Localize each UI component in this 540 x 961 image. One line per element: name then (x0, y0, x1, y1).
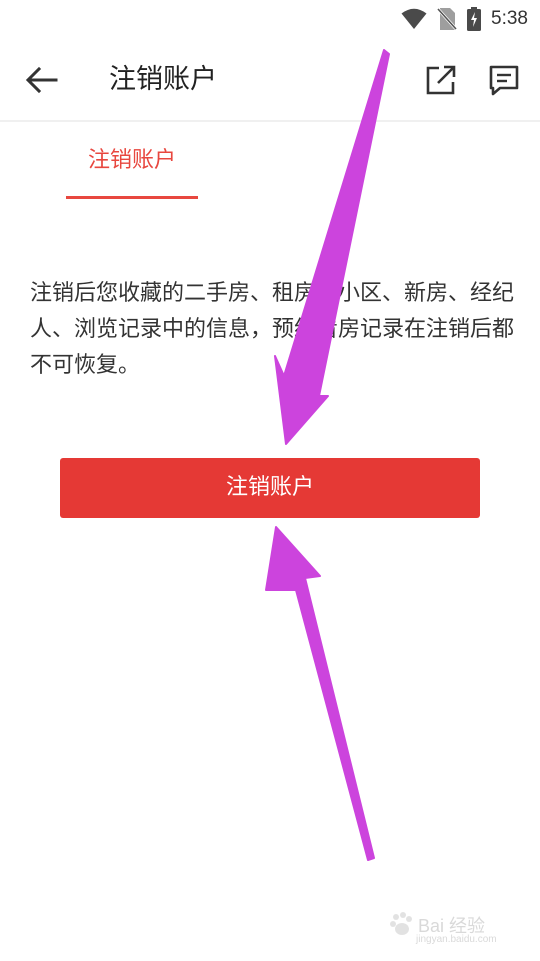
tab-label: 注销账户 (87, 148, 176, 173)
share-external-icon (426, 65, 456, 95)
baidu-watermark: Bai 经验 jingyan.baidu.com (388, 900, 528, 950)
status-time: 5:38 (491, 8, 528, 29)
screen: 5:38 注销账户 注销账户 注销后您收藏的二手房、租房、小区、新房、经纪人、浏… (0, 0, 540, 961)
page-title: 注销账户 (109, 64, 217, 95)
arrow-up-annotation (265, 526, 375, 861)
feedback-button[interactable] (484, 61, 524, 101)
arrow-left-icon (25, 66, 58, 94)
cancel-description: 注销后您收藏的二手房、租房、小区、新房、经纪人、浏览记录中的信息，预约看房记录在… (30, 281, 515, 378)
tab-indicator (66, 196, 198, 199)
cancel-account-button[interactable]: 注销账户 (60, 458, 480, 518)
message-feedback-icon (489, 65, 519, 96)
watermark-url: jingyan.baidu.com (416, 934, 497, 945)
status-icons: 5:38 (401, 5, 528, 33)
battery-charging-icon (467, 7, 482, 31)
share-button[interactable] (422, 61, 460, 99)
app-bar: 注销账户 (0, 38, 540, 120)
status-bar: 5:38 (0, 0, 540, 38)
tab-cancel-account[interactable]: 注销账户 (66, 130, 198, 200)
wifi-icon (401, 8, 427, 30)
back-button[interactable] (22, 60, 62, 100)
no-sim-icon (437, 7, 458, 31)
header-divider (0, 120, 540, 122)
paw-logo-icon (390, 912, 412, 935)
